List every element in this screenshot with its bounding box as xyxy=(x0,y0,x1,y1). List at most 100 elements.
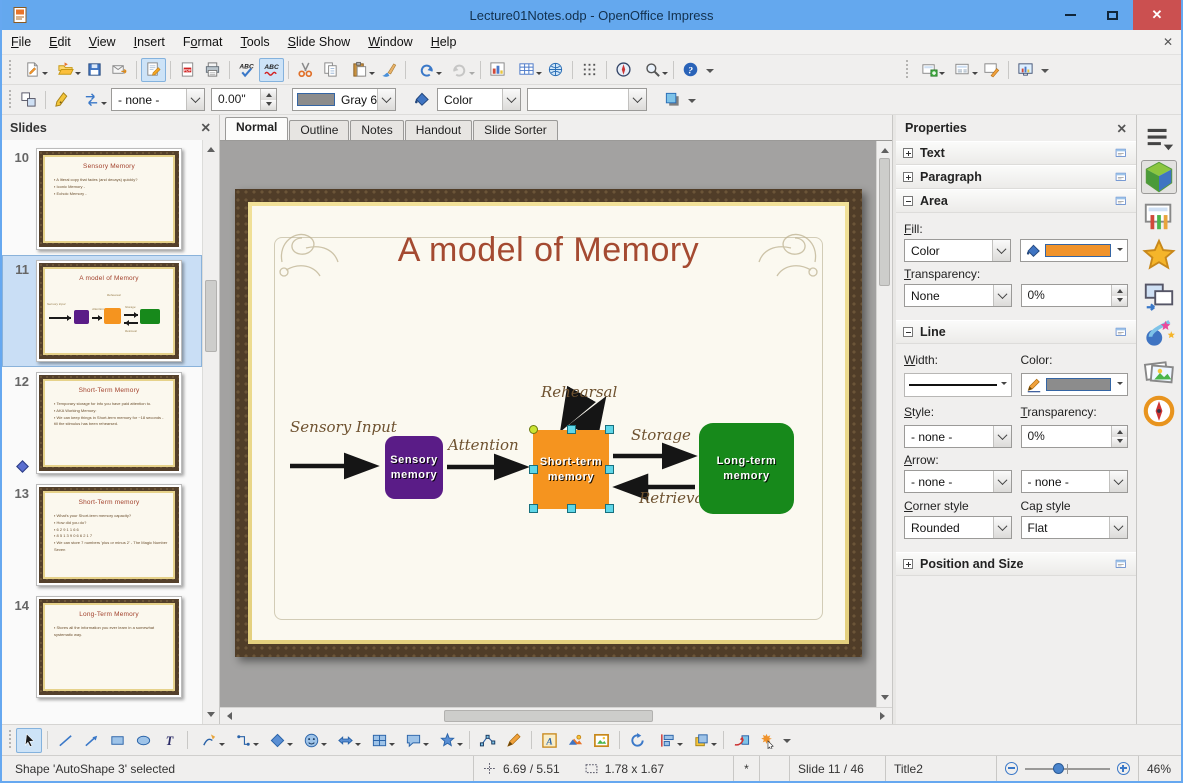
diagram-label-attention[interactable]: Attention xyxy=(448,436,519,454)
menu-item[interactable]: Tools xyxy=(231,31,278,53)
dropdown-arrow-icon[interactable] xyxy=(677,742,683,749)
sensory-memory-box[interactable]: Sensory memory xyxy=(385,436,443,499)
dropdown-arrow-icon[interactable] xyxy=(253,742,259,749)
slide-thumbnail-row[interactable]: 14 Long-Term Memory ▪ Stores all the inf… xyxy=(2,591,202,703)
select-button[interactable] xyxy=(16,727,42,753)
line-color-dropdown[interactable] xyxy=(1020,373,1128,396)
menu-item[interactable]: Insert xyxy=(125,31,174,53)
long-term-memory-box[interactable]: Long-term memory xyxy=(699,423,794,514)
dropdown-arrow-icon[interactable] xyxy=(536,71,542,78)
arrow-button[interactable] xyxy=(78,728,104,753)
combo-open-button[interactable] xyxy=(502,89,520,110)
slide-thumbnail-row[interactable]: 12 Short-Term Memory ▪ Temporary storage… xyxy=(2,367,202,479)
curve-button[interactable] xyxy=(192,728,226,753)
format-paintbrush-button[interactable] xyxy=(376,58,401,82)
insert-picture-button[interactable] xyxy=(562,728,588,753)
selection-handle[interactable] xyxy=(567,425,576,434)
selection-handle[interactable] xyxy=(605,504,614,513)
document-close-button[interactable]: ✕ xyxy=(1163,35,1173,49)
line-style-select[interactable]: - none - xyxy=(904,425,1012,448)
toolbar-more-button[interactable] xyxy=(780,728,794,753)
collapse-icon[interactable] xyxy=(903,327,913,337)
slide-thumbnail[interactable]: Sensory Memory ▪ A literal copy that fad… xyxy=(36,148,182,250)
dialog-launcher-icon[interactable] xyxy=(1114,147,1129,160)
help-button[interactable]: ? xyxy=(678,58,703,82)
zoom-button[interactable] xyxy=(636,58,669,82)
scroll-up-icon[interactable] xyxy=(207,143,215,152)
dropdown-arrow-icon[interactable] xyxy=(389,742,395,749)
expand-icon[interactable] xyxy=(903,148,913,158)
scroll-up-icon[interactable] xyxy=(880,144,889,153)
slide-design-button[interactable] xyxy=(979,58,1004,82)
dialog-launcher-icon[interactable] xyxy=(1114,171,1129,184)
arrow-start-select[interactable]: - none - xyxy=(904,470,1012,493)
menu-item[interactable]: Format xyxy=(174,31,232,53)
menu-item[interactable]: Help xyxy=(422,31,466,53)
sidebar-tab[interactable] xyxy=(1141,121,1177,155)
combo-open-button[interactable] xyxy=(1109,517,1127,538)
collapse-icon[interactable] xyxy=(903,196,913,206)
animation-effects-button[interactable] xyxy=(754,728,780,753)
fill-color-select[interactable] xyxy=(527,88,647,111)
callouts-button[interactable] xyxy=(396,728,430,753)
new-document-button[interactable] xyxy=(16,58,49,82)
selection-handle[interactable] xyxy=(567,504,576,513)
autospellcheck-button[interactable]: ABC xyxy=(259,57,284,82)
slide-thumbnail[interactable]: A model of Memory Sensory Input Attentio… xyxy=(36,260,182,362)
shadow-button[interactable] xyxy=(660,88,685,112)
dropdown-arrow-icon[interactable] xyxy=(436,71,442,78)
combo-open-button[interactable] xyxy=(992,285,1011,306)
combo-open-button[interactable] xyxy=(377,89,395,110)
dialog-launcher-icon[interactable] xyxy=(1114,558,1129,571)
display-grid-button[interactable] xyxy=(577,58,602,82)
line-width-stepper[interactable]: 0.00" xyxy=(211,88,277,111)
slide-thumbnail-row[interactable]: 13 Short-Term memory ▪ What's your Short… xyxy=(2,479,202,591)
insert-table-button[interactable] xyxy=(510,58,543,82)
diagram-label-sensory-input[interactable]: Sensory Input xyxy=(290,418,397,436)
combo-open-button[interactable] xyxy=(992,517,1011,538)
redo-button[interactable] xyxy=(443,58,476,82)
scroll-down-icon[interactable] xyxy=(880,695,889,704)
spin-down-button[interactable] xyxy=(1112,295,1127,306)
arrange-button[interactable] xyxy=(684,728,718,753)
dropdown-arrow-icon[interactable] xyxy=(1117,381,1123,388)
spin-up-button[interactable] xyxy=(261,89,276,100)
dropdown-arrow-icon[interactable] xyxy=(75,71,81,78)
sidebar-tab[interactable] xyxy=(1141,355,1177,389)
maximize-button[interactable] xyxy=(1091,0,1133,30)
gallery-button[interactable] xyxy=(588,728,614,753)
selection-handle[interactable] xyxy=(605,425,614,434)
spin-down-button[interactable] xyxy=(1112,436,1127,447)
selection-handle-rotate[interactable] xyxy=(529,425,538,434)
menu-item[interactable]: View xyxy=(80,31,125,53)
print-button[interactable] xyxy=(200,58,225,82)
view-tab[interactable]: Handout xyxy=(404,120,473,140)
dropdown-arrow-icon[interactable] xyxy=(101,101,107,108)
zoom-percent[interactable]: 46% xyxy=(1137,756,1181,781)
zoom-out-icon[interactable] xyxy=(1004,762,1018,775)
dropdown-arrow-icon[interactable] xyxy=(1117,247,1123,254)
scroll-left-icon[interactable] xyxy=(223,712,232,720)
connector-button[interactable] xyxy=(226,728,260,753)
sidebar-tab[interactable] xyxy=(1141,394,1177,428)
slide-thumbnail-row[interactable]: 10 Sensory Memory ▪ A literal copy that … xyxy=(2,143,202,255)
menu-item[interactable]: Window xyxy=(359,31,421,53)
slide-canvas[interactable]: A model of Memory Sensory Input Attentio… xyxy=(235,189,862,657)
short-term-memory-box[interactable]: Short-term memory xyxy=(533,430,609,509)
export-pdf-button[interactable]: PDF xyxy=(175,58,200,82)
line-style-select[interactable]: - none - xyxy=(111,88,205,111)
slide-thumbnail[interactable]: Long-Term Memory ▪ Stores all the inform… xyxy=(36,596,182,698)
selection-handle[interactable] xyxy=(529,504,538,513)
line-button[interactable] xyxy=(52,728,78,753)
dropdown-arrow-icon[interactable] xyxy=(355,742,361,749)
view-tab[interactable]: Normal xyxy=(225,117,289,140)
block-arrows-button[interactable] xyxy=(328,728,362,753)
selection-handle[interactable] xyxy=(605,465,614,474)
section-header-text[interactable]: Text xyxy=(896,141,1136,165)
fill-color-dropdown[interactable] xyxy=(1020,239,1128,262)
toolbar-grip[interactable] xyxy=(7,730,13,750)
interaction-button[interactable] xyxy=(728,728,754,753)
toolbar-grip[interactable] xyxy=(7,59,13,80)
dropdown-arrow-icon[interactable] xyxy=(423,742,429,749)
hyperlink-button[interactable] xyxy=(543,58,568,82)
